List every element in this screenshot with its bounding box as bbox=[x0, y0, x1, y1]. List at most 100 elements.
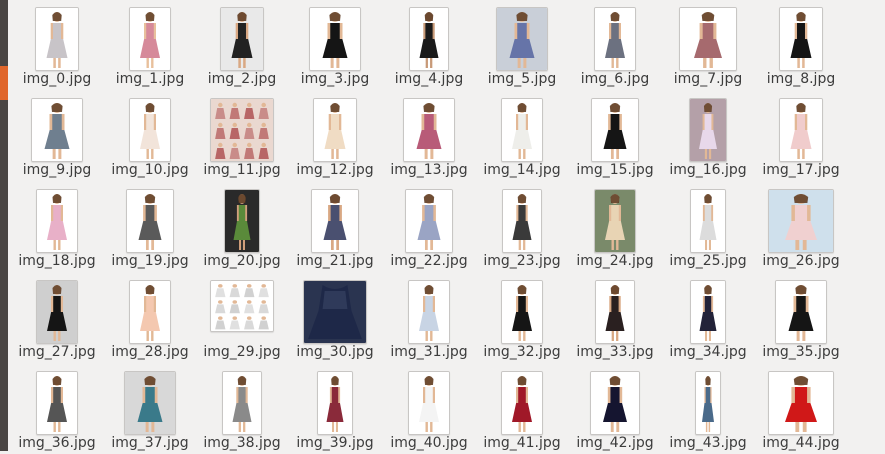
file-thumbnail[interactable] bbox=[124, 371, 176, 435]
file-thumbnail[interactable] bbox=[129, 280, 171, 344]
file-thumbnail[interactable] bbox=[36, 280, 78, 344]
file-thumbnail[interactable] bbox=[496, 7, 548, 71]
file-name-label: img_6.jpg bbox=[580, 71, 650, 87]
file-item[interactable]: img_24.jpg bbox=[569, 182, 662, 272]
file-thumbnail[interactable] bbox=[595, 280, 635, 344]
file-thumbnail[interactable] bbox=[408, 371, 450, 435]
file-item[interactable]: img_7.jpg bbox=[662, 0, 755, 90]
file-item[interactable]: img_1.jpg bbox=[104, 0, 197, 90]
file-thumbnail[interactable] bbox=[768, 189, 834, 253]
file-thumbnail[interactable] bbox=[502, 189, 542, 253]
file-name-label: img_9.jpg bbox=[22, 162, 92, 178]
file-item[interactable]: img_26.jpg bbox=[755, 182, 848, 272]
file-thumbnail[interactable] bbox=[501, 98, 543, 162]
file-thumbnail[interactable] bbox=[405, 189, 453, 253]
file-item[interactable]: img_41.jpg bbox=[476, 364, 569, 454]
file-item[interactable]: img_21.jpg bbox=[289, 182, 382, 272]
file-item[interactable]: img_19.jpg bbox=[104, 182, 197, 272]
file-thumbnail[interactable] bbox=[779, 98, 823, 162]
file-name-label: img_43.jpg bbox=[669, 435, 747, 451]
file-thumbnail[interactable] bbox=[36, 189, 78, 253]
file-thumbnail[interactable] bbox=[590, 371, 640, 435]
file-item[interactable]: img_17.jpg bbox=[755, 91, 848, 181]
file-item[interactable]: img_42.jpg bbox=[569, 364, 662, 454]
file-item[interactable]: img_33.jpg bbox=[569, 273, 662, 363]
file-thumbnail[interactable] bbox=[220, 7, 264, 71]
file-item[interactable]: img_2.jpg bbox=[196, 0, 289, 90]
file-item[interactable]: img_11.jpg bbox=[196, 91, 289, 181]
file-thumbnail[interactable] bbox=[594, 189, 636, 253]
file-item[interactable]: img_28.jpg bbox=[104, 273, 197, 363]
file-thumbnail[interactable] bbox=[36, 371, 78, 435]
file-thumbnail[interactable] bbox=[222, 371, 262, 435]
file-item[interactable]: img_4.jpg bbox=[383, 0, 476, 90]
file-thumbnail[interactable] bbox=[768, 371, 834, 435]
file-item[interactable]: img_20.jpg bbox=[196, 182, 289, 272]
file-thumbnail[interactable] bbox=[210, 98, 274, 162]
file-item[interactable]: img_39.jpg bbox=[289, 364, 382, 454]
file-item[interactable]: img_0.jpg bbox=[11, 0, 104, 90]
file-item[interactable]: img_34.jpg bbox=[662, 273, 755, 363]
file-thumbnail[interactable] bbox=[317, 371, 353, 435]
file-item[interactable]: img_8.jpg bbox=[755, 0, 848, 90]
file-item[interactable]: img_3.jpg bbox=[289, 0, 382, 90]
file-item[interactable]: img_13.jpg bbox=[383, 91, 476, 181]
file-item[interactable]: img_44.jpg bbox=[755, 364, 848, 454]
file-item[interactable]: img_16.jpg bbox=[662, 91, 755, 181]
file-thumbnail[interactable] bbox=[591, 98, 639, 162]
file-thumbnail[interactable] bbox=[594, 7, 636, 71]
file-thumbnail[interactable] bbox=[303, 280, 367, 344]
file-thumbnail[interactable] bbox=[129, 98, 171, 162]
file-item[interactable]: img_9.jpg bbox=[11, 91, 104, 181]
file-item[interactable]: img_35.jpg bbox=[755, 273, 848, 363]
file-item[interactable]: img_23.jpg bbox=[476, 182, 569, 272]
file-item[interactable]: img_36.jpg bbox=[11, 364, 104, 454]
file-icon-grid: img_0.jpg img_1.jpg img_2.jpg img_3.jpg bbox=[8, 0, 885, 451]
file-thumbnail[interactable] bbox=[313, 98, 357, 162]
file-thumbnail[interactable] bbox=[35, 7, 79, 71]
file-thumbnail[interactable] bbox=[309, 7, 361, 71]
file-name-label: img_27.jpg bbox=[18, 344, 96, 360]
file-item[interactable]: img_6.jpg bbox=[569, 0, 662, 90]
file-thumbnail[interactable] bbox=[779, 7, 823, 71]
file-item[interactable]: img_10.jpg bbox=[104, 91, 197, 181]
file-name-label: img_26.jpg bbox=[762, 253, 840, 269]
file-thumbnail[interactable] bbox=[210, 280, 274, 332]
file-item[interactable]: img_30.jpg bbox=[289, 273, 382, 363]
file-item[interactable]: img_37.jpg bbox=[104, 364, 197, 454]
file-thumbnail[interactable] bbox=[403, 98, 455, 162]
file-name-label: img_20.jpg bbox=[203, 253, 281, 269]
file-item[interactable]: img_38.jpg bbox=[196, 364, 289, 454]
file-item[interactable]: img_32.jpg bbox=[476, 273, 569, 363]
file-thumbnail[interactable] bbox=[31, 98, 83, 162]
file-item[interactable]: img_5.jpg bbox=[476, 0, 569, 90]
file-thumbnail[interactable] bbox=[311, 189, 359, 253]
file-item[interactable]: img_12.jpg bbox=[289, 91, 382, 181]
file-item[interactable]: img_43.jpg bbox=[662, 364, 755, 454]
file-thumbnail[interactable] bbox=[679, 7, 737, 71]
file-item[interactable]: img_25.jpg bbox=[662, 182, 755, 272]
file-thumbnail[interactable] bbox=[695, 371, 721, 435]
file-thumbnail[interactable] bbox=[129, 7, 171, 71]
file-thumbnail[interactable] bbox=[501, 280, 543, 344]
file-item[interactable]: img_27.jpg bbox=[11, 273, 104, 363]
file-item[interactable]: img_31.jpg bbox=[383, 273, 476, 363]
file-item[interactable]: img_18.jpg bbox=[11, 182, 104, 272]
file-thumbnail[interactable] bbox=[409, 7, 449, 71]
file-thumbnail[interactable] bbox=[689, 98, 727, 162]
file-name-label: img_37.jpg bbox=[111, 435, 189, 451]
file-thumbnail[interactable] bbox=[775, 280, 827, 344]
file-thumbnail[interactable] bbox=[501, 371, 543, 435]
file-item[interactable]: img_22.jpg bbox=[383, 182, 476, 272]
file-item[interactable]: img_40.jpg bbox=[383, 364, 476, 454]
file-name-label: img_22.jpg bbox=[390, 253, 468, 269]
file-thumbnail[interactable] bbox=[126, 189, 174, 253]
file-thumbnail[interactable] bbox=[408, 280, 450, 344]
file-thumbnail[interactable] bbox=[224, 189, 260, 253]
file-item[interactable]: img_14.jpg bbox=[476, 91, 569, 181]
file-item[interactable]: img_15.jpg bbox=[569, 91, 662, 181]
file-thumbnail[interactable] bbox=[690, 189, 726, 253]
file-name-label: img_32.jpg bbox=[483, 344, 561, 360]
file-item[interactable]: img_29.jpg bbox=[196, 273, 289, 363]
file-thumbnail[interactable] bbox=[690, 280, 726, 344]
